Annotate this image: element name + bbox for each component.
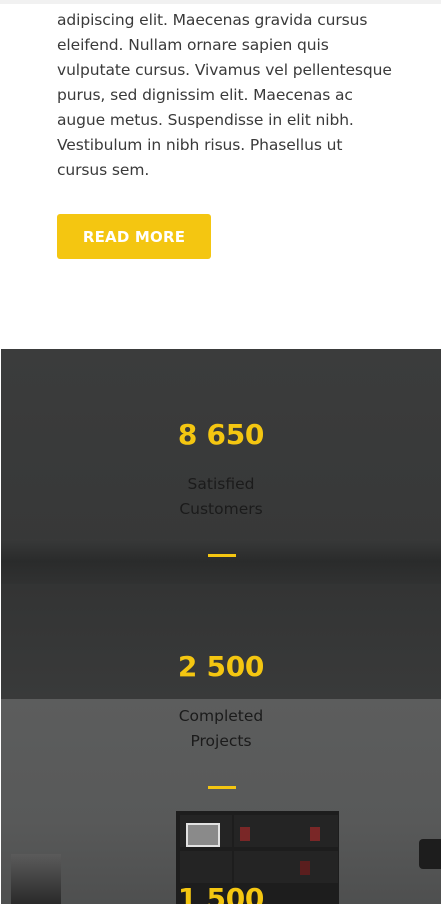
stat-label: Completed Projects [178, 707, 264, 750]
stat-number: 2 500 [177, 650, 265, 683]
stats-section: 8 650 Satisfied Customers 2 500 Complete… [1, 349, 441, 904]
background-photo-ceiling [1, 539, 441, 589]
stat-number: 1 500 [177, 882, 265, 904]
top-strip [0, 0, 441, 4]
intro-paragraph: adipiscing elit. Maecenas gravida cursus… [57, 11, 392, 179]
shelf-object [240, 827, 250, 841]
shelf-cell [234, 851, 286, 883]
stat-divider [208, 554, 236, 557]
shelf-cell [286, 851, 338, 883]
shelf-cell [180, 815, 232, 847]
shelf-cell [234, 815, 286, 847]
shelf-cell [180, 851, 232, 883]
shelf-object [300, 861, 310, 875]
read-more-button[interactable]: READ MORE [57, 214, 211, 259]
background-lamp [419, 839, 441, 869]
stat-label: Satisfied Customers [179, 475, 263, 518]
stat-divider [208, 786, 236, 789]
shelf-object [310, 827, 320, 841]
shelf-frame-icon [186, 823, 220, 847]
shelf-cell [286, 815, 338, 847]
stat-number: 8 650 [177, 418, 265, 451]
